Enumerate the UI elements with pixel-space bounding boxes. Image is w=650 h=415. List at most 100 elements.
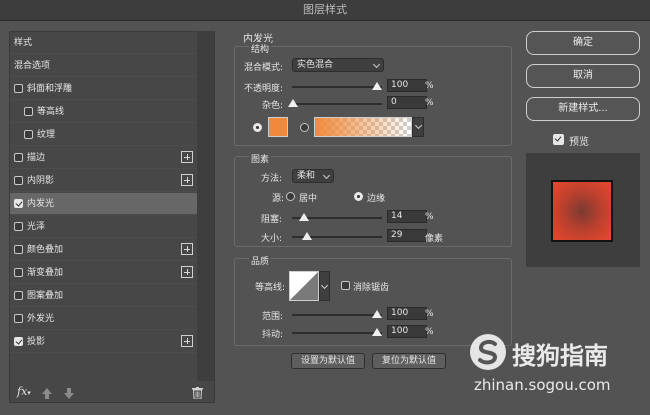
sidebar-item[interactable]: 颜色叠加 [10, 239, 197, 261]
sidebar-item-label: 内阴影 [27, 176, 55, 186]
size-slider-thumb[interactable] [302, 232, 312, 240]
sidebar-item-label: 斜面和浮雕 [27, 84, 73, 94]
sidebar-item-checkbox[interactable] [14, 337, 23, 346]
noise-label: 杂色: [262, 101, 284, 111]
chevron-down-icon [414, 121, 423, 130]
sidebar-item-checkbox[interactable] [14, 176, 23, 185]
sidebar-item-checkbox[interactable] [14, 199, 23, 208]
blend-mode-label: 混合模式: [244, 63, 284, 73]
chevron-down-icon [320, 281, 329, 290]
sidebar-item-checkbox[interactable] [14, 268, 23, 277]
add-effect-plus-icon[interactable] [181, 243, 193, 255]
fx-label: fx [17, 385, 28, 398]
fx-button[interactable]: fx▾ [17, 385, 31, 398]
sidebar-item[interactable]: 等高线 [10, 101, 197, 123]
opacity-slider-thumb[interactable] [372, 82, 382, 90]
size-unit: 像素 [425, 234, 444, 244]
blend-mode-select[interactable]: 实色混合 [292, 58, 384, 72]
noise-slider-track[interactable] [292, 103, 382, 105]
glow-gradient-picker[interactable] [314, 117, 412, 137]
noise-slider-thumb[interactable] [288, 99, 298, 107]
sidebar-item-checkbox[interactable] [24, 107, 33, 116]
jitter-input[interactable]: 100 [387, 325, 427, 338]
glow-color-swatch[interactable] [268, 117, 288, 137]
sidebar-item[interactable]: 外发光 [10, 308, 197, 330]
move-down-icon[interactable] [64, 388, 74, 402]
sidebar-item-checkbox[interactable] [14, 222, 23, 231]
trash-icon[interactable] [192, 387, 203, 402]
gradient-radio[interactable] [300, 123, 309, 132]
choke-percent: % [425, 212, 434, 222]
sidebar-item[interactable]: 投影 [10, 331, 197, 353]
watermark-brand: 搜狗指南 [512, 342, 608, 370]
source-center-radio[interactable] [286, 192, 295, 201]
sidebar-item-label: 投影 [27, 337, 46, 347]
antialias-checkbox[interactable] [341, 281, 350, 290]
sidebar-item[interactable]: 纹理 [10, 124, 197, 146]
range-input[interactable]: 100 [387, 307, 427, 320]
source-edge-radio[interactable] [354, 192, 363, 201]
sidebar-item[interactable]: 描边 [10, 147, 197, 169]
preview-checkbox[interactable] [553, 134, 564, 145]
chevron-down-icon [322, 171, 331, 180]
sidebar-item[interactable]: 样式 [10, 32, 197, 54]
sidebar-item-label: 图案叠加 [27, 291, 64, 301]
sidebar-item-checkbox[interactable] [14, 245, 23, 254]
range-label: 范围: [262, 312, 284, 322]
opacity-input[interactable]: 100 [387, 79, 427, 92]
size-input[interactable]: 29 [387, 229, 427, 242]
add-effect-plus-icon[interactable] [181, 266, 193, 278]
sidebar-item[interactable]: 混合选项 [10, 55, 197, 77]
styles-list-panel: 样式 混合选项斜面和浮雕等高线 纹理 描边内阴影内发光光泽颜色叠加渐变叠加图案叠加外发… [9, 31, 215, 403]
add-effect-plus-icon[interactable] [181, 151, 193, 163]
source-center-label: 居中 [299, 194, 318, 204]
range-slider-track[interactable] [292, 314, 382, 316]
sidebar-item[interactable]: 内阴影 [10, 170, 197, 192]
sidebar-item[interactable]: 图案叠加 [10, 285, 197, 307]
antialias-label: 消除锯齿 [353, 283, 390, 293]
choke-slider-thumb[interactable] [299, 213, 309, 221]
ok-button[interactable]: 确定 [526, 31, 640, 55]
sidebar-item-checkbox[interactable] [14, 314, 23, 323]
sidebar-item-checkbox[interactable] [14, 291, 23, 300]
sidebar-item-checkbox[interactable] [24, 130, 33, 139]
window-title: 图层样式 [0, 0, 650, 21]
method-label: 方法: [261, 174, 283, 184]
jitter-slider-track[interactable] [292, 332, 382, 334]
size-label: 大小: [261, 234, 283, 244]
noise-input[interactable]: 0 [387, 96, 427, 109]
range-slider-thumb[interactable] [372, 310, 382, 318]
solid-color-radio[interactable] [253, 123, 262, 132]
preview-swatch [551, 180, 613, 242]
sidebar-item-label: 渐变叠加 [27, 268, 64, 278]
new-style-button[interactable]: 新建样式... [526, 97, 640, 121]
add-effect-plus-icon[interactable] [181, 174, 193, 186]
sidebar-item[interactable]: 渐变叠加 [10, 262, 197, 284]
contour-dropdown[interactable] [319, 271, 330, 301]
move-up-icon[interactable] [42, 388, 52, 402]
cancel-button[interactable]: 取消 [526, 64, 640, 88]
sidebar-item-label: 光泽 [27, 222, 46, 232]
add-effect-plus-icon[interactable] [181, 335, 193, 347]
set-default-button[interactable]: 设置为默认值 [291, 353, 365, 369]
reset-default-button[interactable]: 复位为默认值 [372, 353, 446, 369]
jitter-slider-thumb[interactable] [372, 328, 382, 336]
sidebar-item[interactable]: 斜面和浮雕 [10, 78, 197, 100]
choke-label: 阻塞: [261, 215, 283, 225]
sidebar-item-checkbox[interactable] [14, 84, 23, 93]
opacity-slider-track[interactable] [292, 86, 382, 88]
styles-list-scrollbar[interactable] [197, 31, 214, 381]
contour-picker[interactable] [289, 271, 319, 301]
blend-mode-value: 实色混合 [297, 60, 334, 70]
gradient-dropdown[interactable] [412, 117, 424, 137]
sidebar-item[interactable]: 内发光 [10, 193, 197, 215]
quality-title: 品质 [249, 254, 272, 267]
sidebar-item-checkbox[interactable] [14, 153, 23, 162]
opacity-percent: % [425, 81, 434, 91]
elements-title: 图素 [249, 152, 272, 165]
choke-input[interactable]: 14 [387, 210, 427, 223]
sidebar-item[interactable]: 光泽 [10, 216, 197, 238]
method-select[interactable]: 柔和 [292, 169, 334, 183]
chevron-down-icon [372, 60, 381, 69]
noise-percent: % [425, 98, 434, 108]
